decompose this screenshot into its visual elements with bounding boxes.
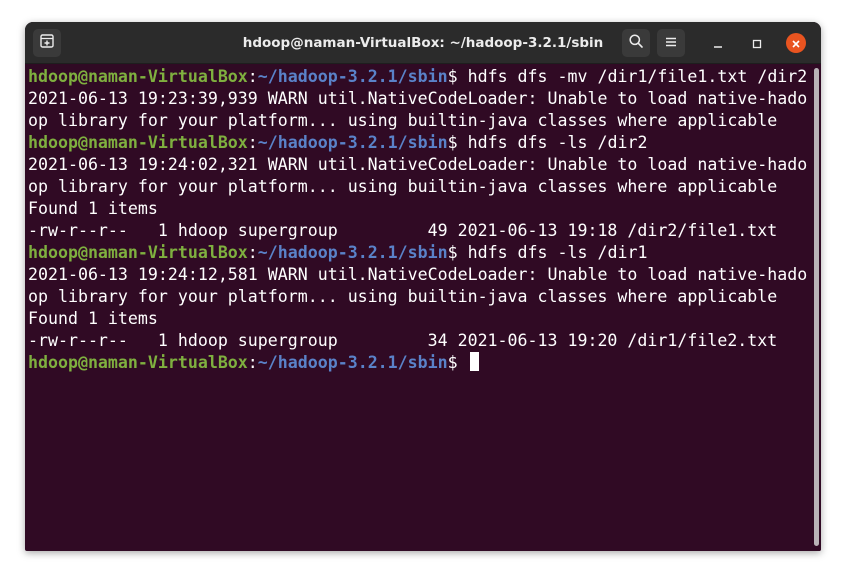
prompt-line: hdoop@naman-VirtualBox:~/hadoop-3.2.1/sb…	[28, 352, 811, 374]
prompt-path: ~/hadoop-3.2.1/sbin	[257, 67, 448, 86]
prompt-path: ~/hadoop-3.2.1/sbin	[257, 353, 448, 372]
minimize-button[interactable]	[708, 33, 728, 53]
scrollbar[interactable]	[812, 65, 821, 551]
close-icon	[791, 34, 801, 53]
menu-button[interactable]	[657, 29, 685, 57]
prompt-separator: :	[247, 133, 258, 152]
output-line: op library for your platform... using bu…	[28, 110, 811, 132]
search-icon	[628, 33, 644, 53]
maximize-icon	[752, 34, 762, 53]
output-text: 2021-06-13 19:23:39,939 WARN util.Native…	[28, 89, 808, 108]
output-text: op library for your platform... using bu…	[28, 287, 778, 306]
output-line: op library for your platform... using bu…	[28, 286, 811, 308]
output-text: op library for your platform... using bu…	[28, 177, 778, 196]
output-line: -rw-r--r-- 1 hdoop supergroup 34 2021-06…	[28, 330, 811, 352]
prompt-separator: :	[247, 243, 258, 262]
output-line: op library for your platform... using bu…	[28, 176, 811, 198]
command-text: $ hdfs dfs -ls /dir1	[447, 243, 648, 262]
output-text: Found 1 items	[28, 199, 158, 218]
prompt-line: hdoop@naman-VirtualBox:~/hadoop-3.2.1/sb…	[28, 132, 811, 154]
title-bar[interactable]: hdoop@naman-VirtualBox: ~/hadoop-3.2.1/s…	[25, 22, 821, 64]
prompt-path: ~/hadoop-3.2.1/sbin	[257, 243, 448, 262]
search-button[interactable]	[622, 29, 650, 57]
hamburger-menu-icon	[664, 34, 678, 53]
output-line: 2021-06-13 19:24:12,581 WARN util.Native…	[28, 264, 811, 286]
prompt-user: hdoop@naman-VirtualBox	[28, 133, 248, 152]
minimize-icon	[713, 34, 723, 53]
output-line: -rw-r--r-- 1 hdoop supergroup 49 2021-06…	[28, 220, 811, 242]
prompt-separator: :	[247, 67, 258, 86]
output-line: 2021-06-13 19:24:02,321 WARN util.Native…	[28, 154, 811, 176]
output-text: -rw-r--r-- 1 hdoop supergroup 49 2021-06…	[28, 221, 778, 240]
command-text: $ hdfs dfs -mv /dir1/file1.txt /dir2	[447, 67, 808, 86]
text-cursor	[469, 352, 479, 371]
output-line: Found 1 items	[28, 308, 811, 330]
terminal-output[interactable]: hdoop@naman-VirtualBox:~/hadoop-3.2.1/sb…	[25, 65, 811, 551]
window-title: hdoop@naman-VirtualBox: ~/hadoop-3.2.1/s…	[242, 35, 604, 51]
prompt-user: hdoop@naman-VirtualBox	[28, 353, 248, 372]
new-tab-button[interactable]	[33, 29, 61, 57]
prompt-path: ~/hadoop-3.2.1/sbin	[257, 133, 448, 152]
prompt-separator: :	[247, 353, 258, 372]
new-tab-icon	[39, 33, 55, 53]
scrollbar-thumb[interactable]	[814, 68, 819, 546]
maximize-button[interactable]	[747, 33, 767, 53]
output-text: -rw-r--r-- 1 hdoop supergroup 34 2021-06…	[28, 331, 778, 350]
output-text: op library for your platform... using bu…	[28, 111, 778, 130]
command-text: $ hdfs dfs -ls /dir2	[447, 133, 648, 152]
output-text: 2021-06-13 19:24:02,321 WARN util.Native…	[28, 155, 808, 174]
prompt-line: hdoop@naman-VirtualBox:~/hadoop-3.2.1/sb…	[28, 66, 811, 88]
prompt-line: hdoop@naman-VirtualBox:~/hadoop-3.2.1/sb…	[28, 242, 811, 264]
close-button[interactable]	[786, 33, 806, 53]
terminal-window: hdoop@naman-VirtualBox: ~/hadoop-3.2.1/s…	[25, 22, 821, 551]
command-text: $	[447, 353, 468, 372]
prompt-user: hdoop@naman-VirtualBox	[28, 243, 248, 262]
output-line: Found 1 items	[28, 198, 811, 220]
output-line: 2021-06-13 19:23:39,939 WARN util.Native…	[28, 88, 811, 110]
output-text: Found 1 items	[28, 309, 158, 328]
output-text: 2021-06-13 19:24:12,581 WARN util.Native…	[28, 265, 808, 284]
prompt-user: hdoop@naman-VirtualBox	[28, 67, 248, 86]
